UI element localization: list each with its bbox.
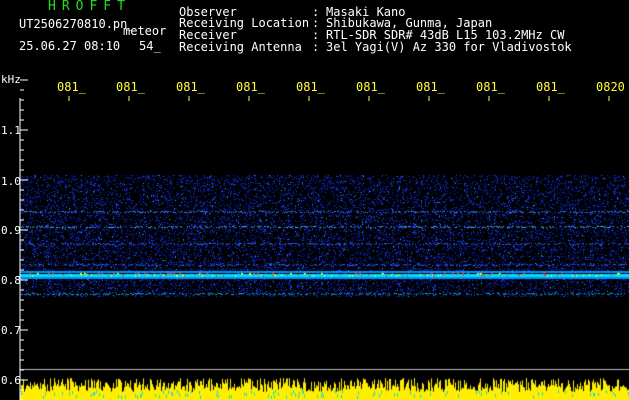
axis-overlay (19, 79, 610, 400)
hrofft-window: HROFFT UT2506270810.pn_ meteor 25.06.27 … (0, 0, 629, 400)
